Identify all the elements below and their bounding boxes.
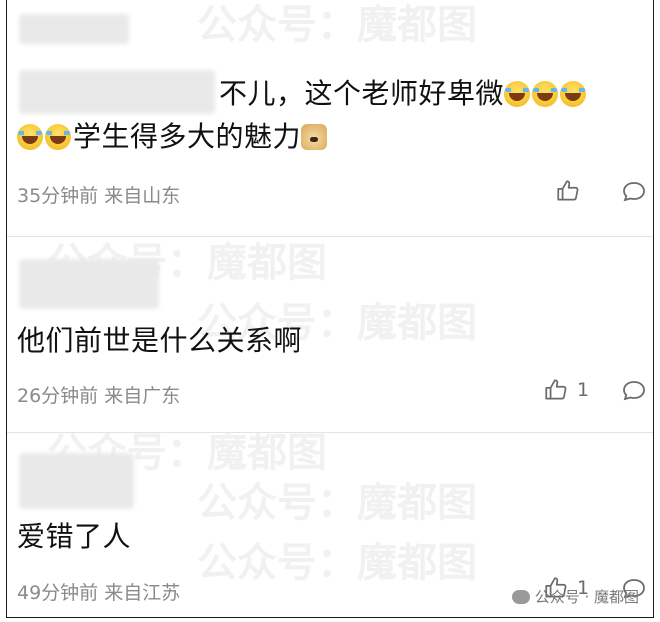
- comment-text: 爱错了人: [17, 517, 131, 557]
- blurred-mention: [19, 70, 215, 114]
- brand-label: 公众号 · 魔都图: [534, 588, 639, 606]
- comment-text: 他们前世是什么关系啊: [17, 321, 302, 361]
- laugh-cry-emoji: [560, 81, 587, 107]
- thumbs-up-icon: [545, 379, 567, 400]
- comment-location: 来自江苏: [104, 582, 181, 604]
- comment-text-main: 他们前世是什么关系啊: [17, 324, 303, 357]
- comment-meta: 35分钟前 来自山东: [17, 181, 180, 208]
- blurred-username: [19, 14, 129, 44]
- laugh-cry-emoji: [504, 81, 531, 107]
- comment-text: 不儿，这个老师好卑微: [219, 74, 588, 114]
- comment-meta: 49分钟前 来自江苏: [17, 578, 180, 605]
- like-button[interactable]: [555, 178, 581, 204]
- wechat-logo-icon: [511, 589, 530, 604]
- comment-text-main: 不儿，这个老师好卑微: [219, 77, 505, 110]
- comment-list: 公众号：魔都图 公众号：魔都图 公众号：魔都图 公众号：魔都图 公众号：魔都图 …: [6, 0, 654, 618]
- comment-time: 26分钟前: [17, 385, 99, 407]
- comment-time: 49分钟前: [17, 582, 99, 604]
- comment-text-main: 爱错了人: [17, 520, 132, 553]
- comment-item: 不儿，这个老师好卑微 学生得多大的魅力 35分钟前 来自山东: [7, 0, 653, 236]
- doge-emoji: [301, 124, 328, 150]
- laugh-cry-emoji: [17, 124, 43, 150]
- laugh-cry-emoji: [45, 124, 71, 150]
- laugh-cry-emoji: [532, 81, 559, 107]
- blurred-username: [19, 259, 159, 309]
- thumbs-up-icon: [557, 180, 579, 201]
- reply-button[interactable]: [621, 379, 647, 407]
- comment-meta: 26分钟前 来自广东: [17, 381, 180, 408]
- brand-badge: 公众号 · 魔都图: [511, 586, 639, 607]
- comment-text-line2: 学生得多大的魅力: [17, 117, 328, 157]
- comment-bubble-icon: [623, 182, 645, 202]
- comment-item: 他们前世是什么关系啊 26分钟前 来自广东 1: [7, 237, 653, 432]
- like-count: 1: [577, 379, 590, 401]
- comment-text-second: 学生得多大的魅力: [73, 120, 302, 153]
- comment-location: 来自山东: [104, 185, 181, 207]
- like-button[interactable]: 1: [543, 377, 589, 403]
- blurred-username: [19, 453, 134, 509]
- comment-time: 35分钟前: [17, 185, 99, 207]
- reply-button[interactable]: [621, 180, 647, 208]
- comment-bubble-icon: [623, 381, 645, 401]
- comment-location: 来自广东: [104, 385, 181, 407]
